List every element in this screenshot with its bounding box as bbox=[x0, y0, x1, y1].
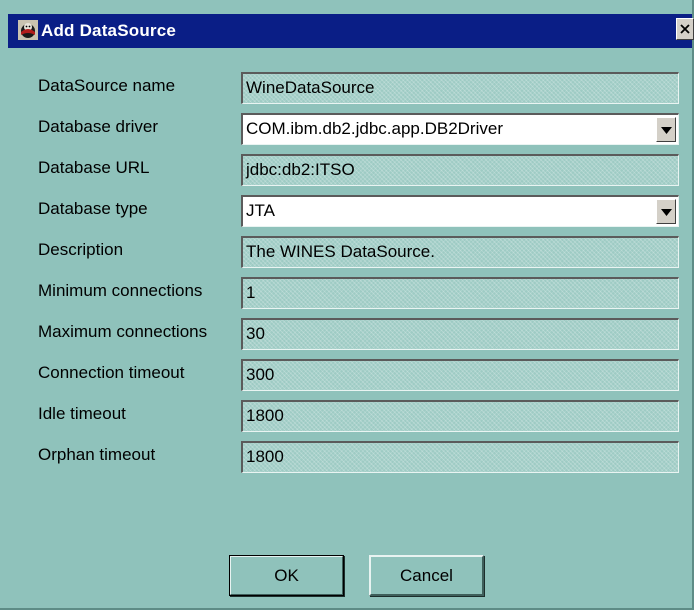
database-driver-label: Database driver bbox=[38, 117, 159, 136]
minimum-connections-field[interactable]: 1 bbox=[241, 277, 679, 309]
connection-timeout-value: 300 bbox=[246, 365, 275, 384]
close-icon bbox=[680, 24, 690, 34]
database-url-row: Database URL jdbc:db2:ITSO bbox=[0, 154, 692, 186]
description-row: Description The WINES DataSource. bbox=[0, 236, 692, 268]
cancel-button[interactable]: Cancel bbox=[369, 555, 484, 596]
database-driver-row: Database driver COM.ibm.db2.jdbc.app.DB2… bbox=[0, 113, 692, 145]
database-url-field[interactable]: jdbc:db2:ITSO bbox=[241, 154, 679, 186]
database-type-label: Database type bbox=[38, 199, 148, 218]
chevron-down-icon bbox=[661, 127, 672, 134]
datasource-name-field[interactable]: WineDataSource bbox=[241, 72, 679, 104]
window-title: Add DataSource bbox=[41, 21, 177, 40]
datasource-name-label: DataSource name bbox=[38, 76, 176, 95]
connection-timeout-row: Connection timeout 300 bbox=[0, 359, 692, 391]
orphan-timeout-field[interactable]: 1800 bbox=[241, 441, 679, 473]
connection-timeout-label: Connection timeout bbox=[38, 363, 185, 382]
database-url-value: jdbc:db2:ITSO bbox=[246, 160, 355, 179]
database-type-value: JTA bbox=[246, 201, 275, 220]
maximum-connections-row: Maximum connections 30 bbox=[0, 318, 692, 350]
close-button[interactable] bbox=[676, 18, 694, 40]
connection-timeout-field[interactable]: 300 bbox=[241, 359, 679, 391]
minimum-connections-row: Minimum connections 1 bbox=[0, 277, 692, 309]
idle-timeout-label: Idle timeout bbox=[38, 404, 126, 423]
database-driver-value: COM.ibm.db2.jdbc.app.DB2Driver bbox=[246, 119, 503, 138]
database-type-row: Database type JTA bbox=[0, 195, 692, 227]
chevron-down-icon bbox=[661, 209, 672, 216]
idle-timeout-value: 1800 bbox=[246, 406, 284, 425]
database-type-select[interactable]: JTA bbox=[241, 195, 679, 227]
app-icon bbox=[18, 20, 38, 40]
minimum-connections-label: Minimum connections bbox=[38, 281, 203, 300]
description-value: The WINES DataSource. bbox=[246, 242, 435, 261]
minimum-connections-value: 1 bbox=[246, 283, 256, 302]
database-driver-select[interactable]: COM.ibm.db2.jdbc.app.DB2Driver bbox=[241, 113, 679, 145]
description-field[interactable]: The WINES DataSource. bbox=[241, 236, 679, 268]
idle-timeout-field[interactable]: 1800 bbox=[241, 400, 679, 432]
database-driver-dropdown-button[interactable] bbox=[656, 117, 676, 142]
database-type-dropdown-button[interactable] bbox=[656, 199, 676, 224]
datasource-name-row: DataSource name WineDataSource bbox=[0, 72, 692, 104]
description-label: Description bbox=[38, 240, 124, 259]
ok-button[interactable]: OK bbox=[229, 555, 344, 596]
maximum-connections-field[interactable]: 30 bbox=[241, 318, 679, 350]
orphan-timeout-row: Orphan timeout 1800 bbox=[0, 441, 692, 473]
orphan-timeout-value: 1800 bbox=[246, 447, 284, 466]
datasource-name-value: WineDataSource bbox=[246, 78, 375, 97]
title-bar[interactable]: Add DataSource bbox=[8, 14, 694, 48]
maximum-connections-value: 30 bbox=[246, 324, 265, 343]
orphan-timeout-label: Orphan timeout bbox=[38, 445, 156, 464]
idle-timeout-row: Idle timeout 1800 bbox=[0, 400, 692, 432]
add-datasource-dialog: Add DataSource DataSource name WineDataS… bbox=[0, 0, 694, 610]
database-url-label: Database URL bbox=[38, 158, 150, 177]
maximum-connections-label: Maximum connections bbox=[38, 322, 208, 341]
